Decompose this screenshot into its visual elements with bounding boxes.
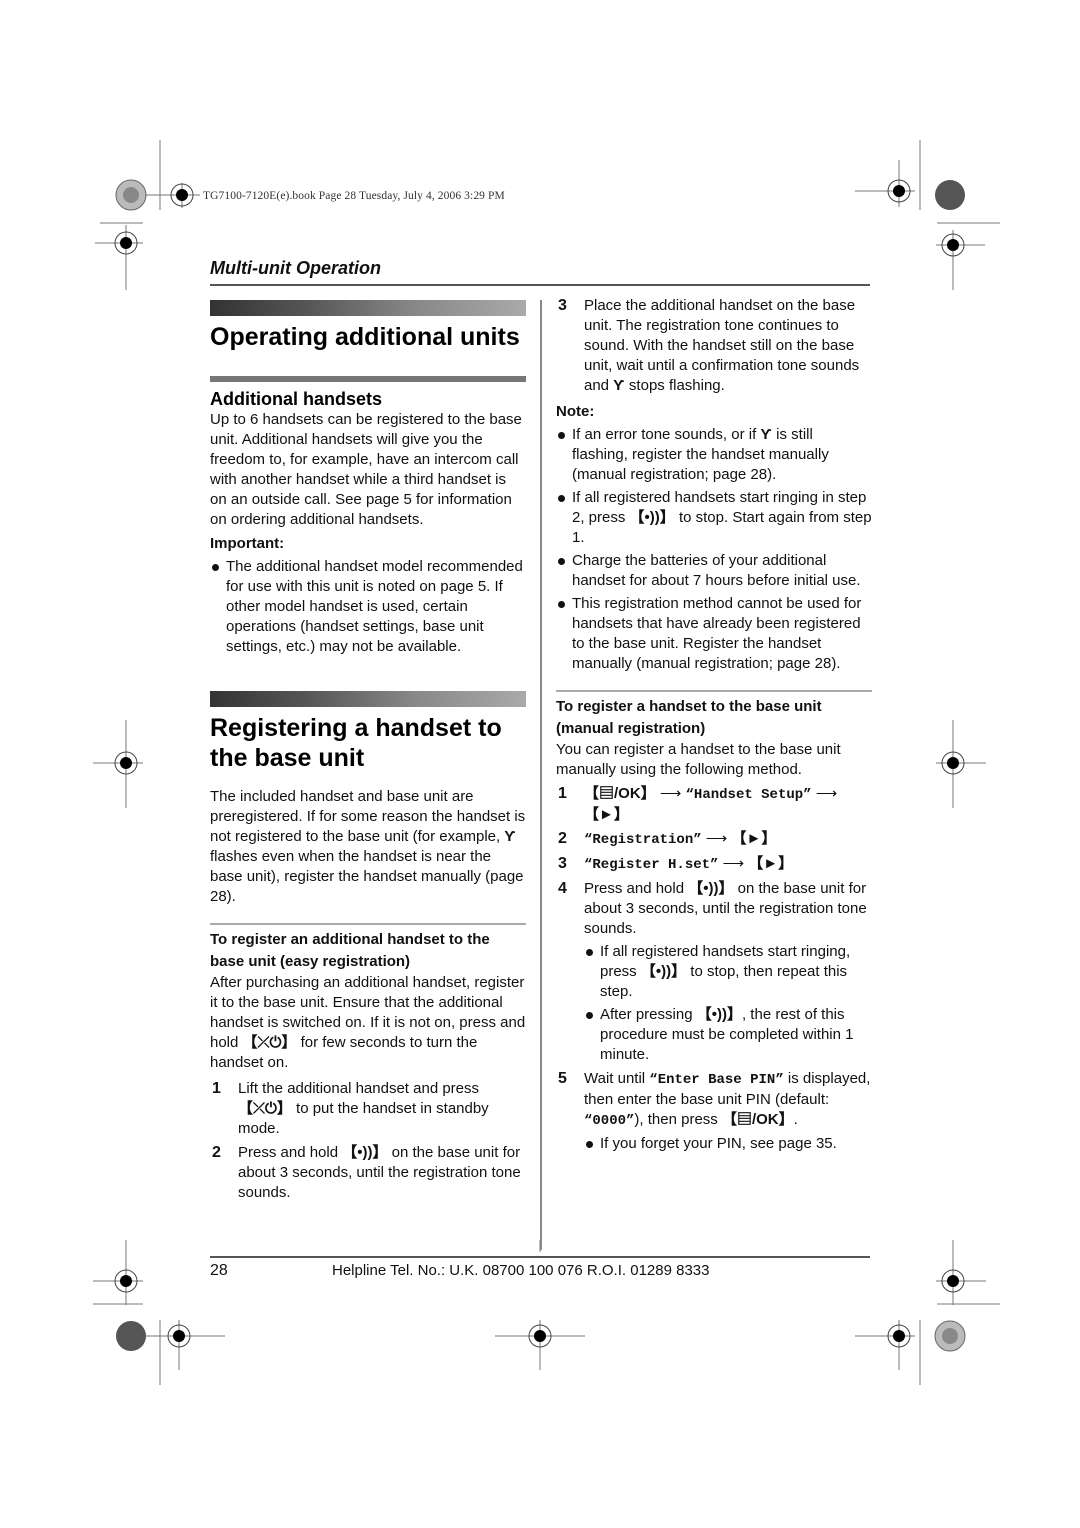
arrow-icon: ⟶ xyxy=(815,785,838,802)
note-label: Note: xyxy=(556,403,595,420)
menu-item: “Registration” xyxy=(584,832,702,848)
display-text: “Enter Base PIN” xyxy=(649,1072,784,1088)
column-divider xyxy=(540,300,542,1250)
additional-handsets-text: Up to 6 handsets can be registered to th… xyxy=(210,411,522,528)
text-part: ), then press xyxy=(634,1111,722,1128)
right-key-icon: 【►】 xyxy=(731,830,777,847)
locator-key-icon: 【•))】 xyxy=(342,1144,388,1161)
step-number: 1 xyxy=(212,1080,221,1097)
arrow-icon: ⟶ xyxy=(705,830,728,847)
step-number: 2 xyxy=(558,830,567,847)
manual-step-5: 5 Wait until “Enter Base PIN” is display… xyxy=(556,1069,872,1154)
easy-step-1: 1 Lift the additional handset and press … xyxy=(210,1079,526,1139)
text-part: flashes even when the handset is near th… xyxy=(210,848,524,905)
step-number: 3 xyxy=(558,855,567,872)
manual-step-1: 1 【▤/OK】 ⟶ “Handset Setup” ⟶ 【►】 xyxy=(556,784,872,825)
manual-step-3: 3 “Register H.set” ⟶ 【►】 xyxy=(556,854,872,875)
note-bullet: If all registered handsets start ringing… xyxy=(556,488,872,548)
antenna-icon: Ƴ xyxy=(760,426,772,443)
text-part: Lift the additional handset and press xyxy=(238,1080,480,1097)
section-title-operating: Operating additional units xyxy=(210,323,520,351)
default-pin: “0000” xyxy=(584,1113,635,1129)
left-column: Operating additional units Additional ha… xyxy=(210,300,526,1203)
locator-key-icon: 【•))】 xyxy=(688,880,734,897)
arrow-icon: ⟶ xyxy=(722,855,745,872)
menu-item: “Handset Setup” xyxy=(685,787,812,803)
note-bullet: Charge the batteries of your additional … xyxy=(556,551,872,591)
important-bullet: The additional handset model recommended… xyxy=(210,557,526,657)
section-title-registering: Registering a handset to the base unit xyxy=(210,714,502,772)
locator-key-icon: 【•))】 xyxy=(696,1006,742,1023)
off-power-key-icon: 【⤫⏻】 xyxy=(242,1034,297,1051)
easy-step-3: 3 Place the additional handset on the ba… xyxy=(556,296,872,396)
off-power-key-icon: 【⤫⏻】 xyxy=(238,1100,292,1117)
note-bullet: This registration method cannot be used … xyxy=(556,594,872,674)
step-bullet: If all registered handsets start ringing… xyxy=(584,942,872,1002)
subsection-title-additional-handsets: Additional handsets xyxy=(210,389,383,409)
step-bullet: After pressing 【•))】, the rest of this p… xyxy=(584,1005,872,1065)
manual-step-4: 4 Press and hold 【•))】 on the base unit … xyxy=(556,879,872,1065)
footer-rule xyxy=(210,1256,870,1258)
step-bullet: If you forget your PIN, see page 35. xyxy=(584,1134,872,1154)
text-part: Press and hold xyxy=(584,880,689,897)
step-number: 3 xyxy=(558,297,567,314)
note-bullet: If an error tone sounds, or if Ƴ is stil… xyxy=(556,425,872,485)
page-number: 28 xyxy=(210,1262,228,1279)
print-header: TG7100-7120E(e).book Page 28 Tuesday, Ju… xyxy=(203,190,505,202)
subsection-rule xyxy=(556,690,872,692)
menu-ok-key-icon: 【▤/OK】 xyxy=(721,1111,794,1128)
easy-step-2: 2 Press and hold 【•))】 on the base unit … xyxy=(210,1143,526,1203)
locator-key-icon: 【•))】 xyxy=(629,509,675,526)
antenna-icon: Ƴ xyxy=(504,828,516,845)
section-bar xyxy=(210,691,526,707)
chapter-rule xyxy=(210,284,870,286)
locator-key-icon: 【•))】 xyxy=(640,963,687,980)
manual-registration-text: You can register a handset to the base u… xyxy=(556,741,841,778)
step-number: 2 xyxy=(212,1144,221,1161)
manual-registration-title: To register a handset to the base unit (… xyxy=(556,698,822,737)
right-key-icon: 【►】 xyxy=(584,806,629,823)
arrow-icon: ⟶ xyxy=(659,785,682,802)
section-bar xyxy=(210,300,526,316)
important-label: Important: xyxy=(210,535,285,552)
text-part: The included handset and base unit are p… xyxy=(210,788,526,845)
text-part: If an error tone sounds, or if xyxy=(572,426,761,443)
easy-registration-text: After purchasing an additional handset, … xyxy=(210,973,526,1073)
right-column: 3 Place the additional handset on the ba… xyxy=(556,296,872,1154)
subsection-bar xyxy=(210,376,526,382)
manual-step-2: 2 “Registration” ⟶ 【►】 xyxy=(556,829,872,850)
text-part: After pressing xyxy=(600,1006,697,1023)
right-key-icon: 【►】 xyxy=(748,855,794,872)
step-number: 1 xyxy=(558,785,567,802)
step-number: 4 xyxy=(558,880,567,897)
antenna-icon: Ƴ xyxy=(613,377,625,394)
text-part: Press and hold xyxy=(238,1144,343,1161)
menu-ok-key-icon: 【▤/OK】 xyxy=(584,785,656,802)
registering-text: The included handset and base unit are p… xyxy=(210,787,526,907)
subsection-rule xyxy=(210,923,526,925)
text-part: stops flashing. xyxy=(624,377,725,394)
text-part: . xyxy=(793,1111,798,1128)
chapter-title: Multi-unit Operation xyxy=(210,258,381,278)
easy-registration-title: To register an additional handset to the… xyxy=(210,931,490,970)
helpline-text: Helpline Tel. No.: U.K. 08700 100 076 R.… xyxy=(332,1262,710,1279)
text-part: Wait until xyxy=(584,1070,650,1087)
step-number: 5 xyxy=(558,1070,567,1087)
menu-item: “Register H.set” xyxy=(584,857,719,873)
